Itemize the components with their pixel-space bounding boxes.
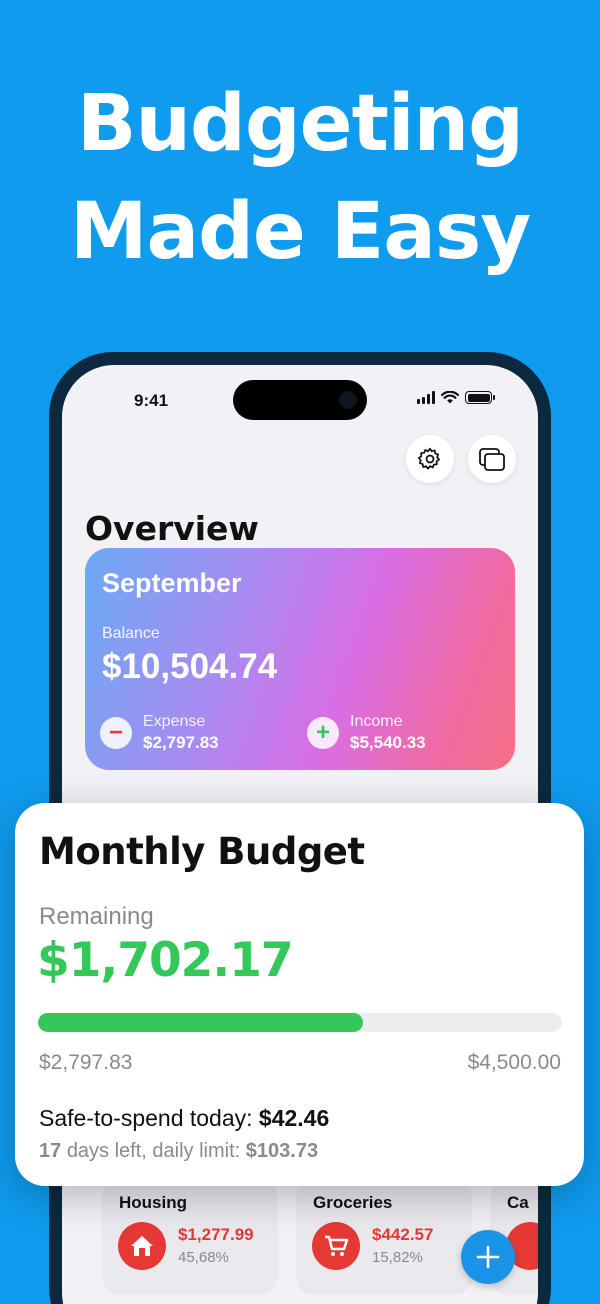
days-left: 17 days left, daily limit: $103.73 — [39, 1140, 318, 1163]
category-card-groceries[interactable]: Groceries $442.57 15,82% — [296, 1180, 472, 1295]
add-transaction-button[interactable] — [461, 1230, 515, 1284]
category-amount: $442.57 — [372, 1225, 434, 1244]
house-icon — [118, 1222, 166, 1270]
dynamic-island — [233, 380, 367, 420]
camera-icon — [339, 391, 357, 409]
plus-icon: + — [307, 717, 339, 749]
days-left-count: 17 — [39, 1140, 62, 1162]
expense-value: $2,797.83 — [143, 733, 219, 752]
headline-line-2: Made Easy — [69, 187, 531, 277]
budget-limit: $4,500.00 — [467, 1051, 561, 1074]
headline-line-1: Budgeting — [77, 79, 524, 169]
month-label: September — [102, 568, 242, 598]
headline: Budgeting Made Easy — [0, 70, 600, 286]
spent-amount: $2,797.83 — [39, 1051, 133, 1074]
category-percent: 45,68% — [178, 1249, 229, 1266]
safe-to-spend: Safe-to-spend today: $42.46 — [39, 1105, 329, 1132]
overview-title: Overview — [85, 509, 259, 548]
safe-to-spend-value: $42.46 — [258, 1105, 330, 1131]
balance-value: $10,504.74 — [102, 647, 278, 686]
month-summary-card[interactable]: September Balance $10,504.74 − Expense $… — [85, 548, 515, 770]
days-left-text: days left, daily limit: — [66, 1140, 241, 1162]
category-list: Housing $1,277.99 45,68% Groceries $442.… — [85, 1180, 538, 1304]
minus-icon: − — [100, 717, 132, 749]
monthly-budget-card[interactable]: Monthly Budget Remaining $1,702.17 $2,79… — [15, 803, 584, 1186]
budget-progress-bar — [38, 1013, 562, 1032]
daily-limit-value: $103.73 — [245, 1140, 319, 1162]
battery-icon — [465, 391, 495, 404]
remaining-value: $1,702.17 — [37, 933, 294, 988]
status-time: 9:41 — [134, 391, 169, 410]
signal-icon — [417, 391, 435, 404]
budget-progress-fill — [38, 1013, 363, 1032]
plus-icon — [476, 1245, 500, 1269]
settings-button[interactable] — [406, 435, 454, 483]
income-summary: + Income $5,540.33 — [307, 712, 426, 754]
windows-icon — [479, 448, 505, 471]
category-name: Groceries — [313, 1193, 393, 1212]
income-label: Income — [350, 713, 403, 730]
category-amount: $1,277.99 — [178, 1225, 254, 1244]
expense-label: Expense — [143, 713, 206, 730]
category-name: Ca — [507, 1193, 529, 1212]
category-card-housing[interactable]: Housing $1,277.99 45,68% — [102, 1180, 278, 1295]
cart-icon — [312, 1222, 360, 1270]
category-percent: 15,82% — [372, 1249, 423, 1266]
remaining-label: Remaining — [39, 903, 154, 930]
expense-summary: − Expense $2,797.83 — [100, 712, 219, 754]
income-value: $5,540.33 — [350, 733, 426, 752]
safe-to-spend-label: Safe-to-spend today: — [39, 1105, 253, 1131]
accounts-button[interactable] — [468, 435, 516, 483]
wifi-icon — [441, 391, 459, 404]
status-icons — [417, 391, 495, 404]
budget-title: Monthly Budget — [39, 830, 365, 873]
category-name: Housing — [119, 1193, 187, 1212]
balance-label: Balance — [102, 625, 160, 642]
gear-icon — [417, 447, 440, 470]
